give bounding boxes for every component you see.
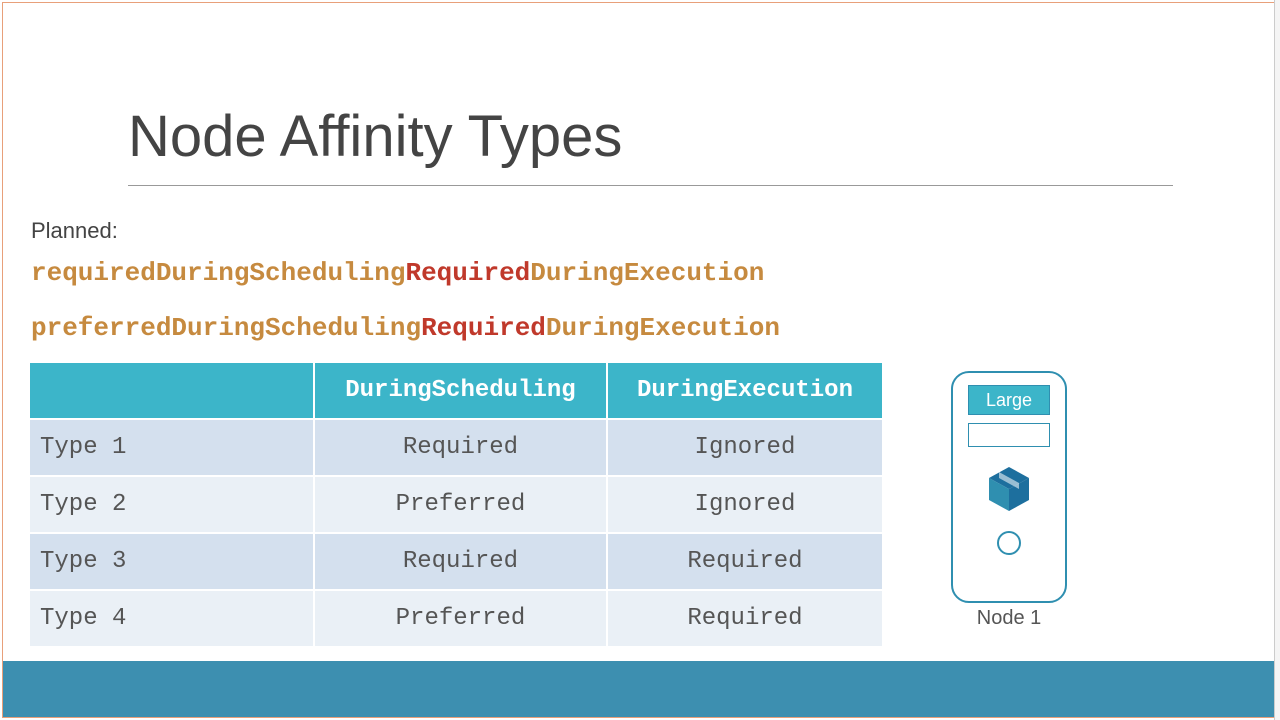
scrollbar-gutter xyxy=(1274,0,1280,720)
table-header-execution: DuringExecution xyxy=(607,363,882,419)
title-divider xyxy=(128,185,1173,186)
node-label: Node 1 xyxy=(951,607,1067,630)
table-row: Type 1 Required Ignored xyxy=(30,419,882,476)
code-segment: preferredDuringScheduling xyxy=(31,313,421,343)
table-row: Type 2 Preferred Ignored xyxy=(30,476,882,533)
node-power-icon xyxy=(997,531,1021,555)
affinity-type-line-2: preferredDuringSchedulingRequiredDuringE… xyxy=(31,313,780,343)
cell-scheduling: Required xyxy=(314,533,607,590)
row-label: Type 4 xyxy=(30,590,314,646)
table-header-row: DuringScheduling DuringExecution xyxy=(30,363,882,419)
slide: Node Affinity Types Planned: requiredDur… xyxy=(2,2,1278,718)
node-card: Large xyxy=(951,371,1067,603)
code-segment: requiredDuringScheduling xyxy=(31,258,405,288)
cell-scheduling: Preferred xyxy=(314,476,607,533)
code-segment: DuringExecution xyxy=(530,258,764,288)
code-segment: DuringExecution xyxy=(546,313,780,343)
affinity-table: DuringScheduling DuringExecution Type 1 … xyxy=(30,363,882,646)
bottom-bar xyxy=(3,659,1277,717)
node-size-badge: Large xyxy=(968,385,1050,415)
cell-execution: Ignored xyxy=(607,419,882,476)
row-label: Type 2 xyxy=(30,476,314,533)
table-header-empty xyxy=(30,363,314,419)
cell-scheduling: Required xyxy=(314,419,607,476)
cell-execution: Ignored xyxy=(607,476,882,533)
cell-scheduling: Preferred xyxy=(314,590,607,646)
page-title: Node Affinity Types xyxy=(128,103,622,170)
affinity-type-line-1: requiredDuringSchedulingRequiredDuringEx… xyxy=(31,258,764,288)
code-highlight: Required xyxy=(421,313,546,343)
row-label: Type 3 xyxy=(30,533,314,590)
code-highlight: Required xyxy=(405,258,530,288)
table-header-scheduling: DuringScheduling xyxy=(314,363,607,419)
cell-execution: Required xyxy=(607,533,882,590)
planned-label: Planned: xyxy=(31,218,118,244)
table-row: Type 3 Required Required xyxy=(30,533,882,590)
table-row: Type 4 Preferred Required xyxy=(30,590,882,646)
package-icon xyxy=(987,465,1031,513)
node-empty-slot xyxy=(968,423,1050,447)
row-label: Type 1 xyxy=(30,419,314,476)
cell-execution: Required xyxy=(607,590,882,646)
